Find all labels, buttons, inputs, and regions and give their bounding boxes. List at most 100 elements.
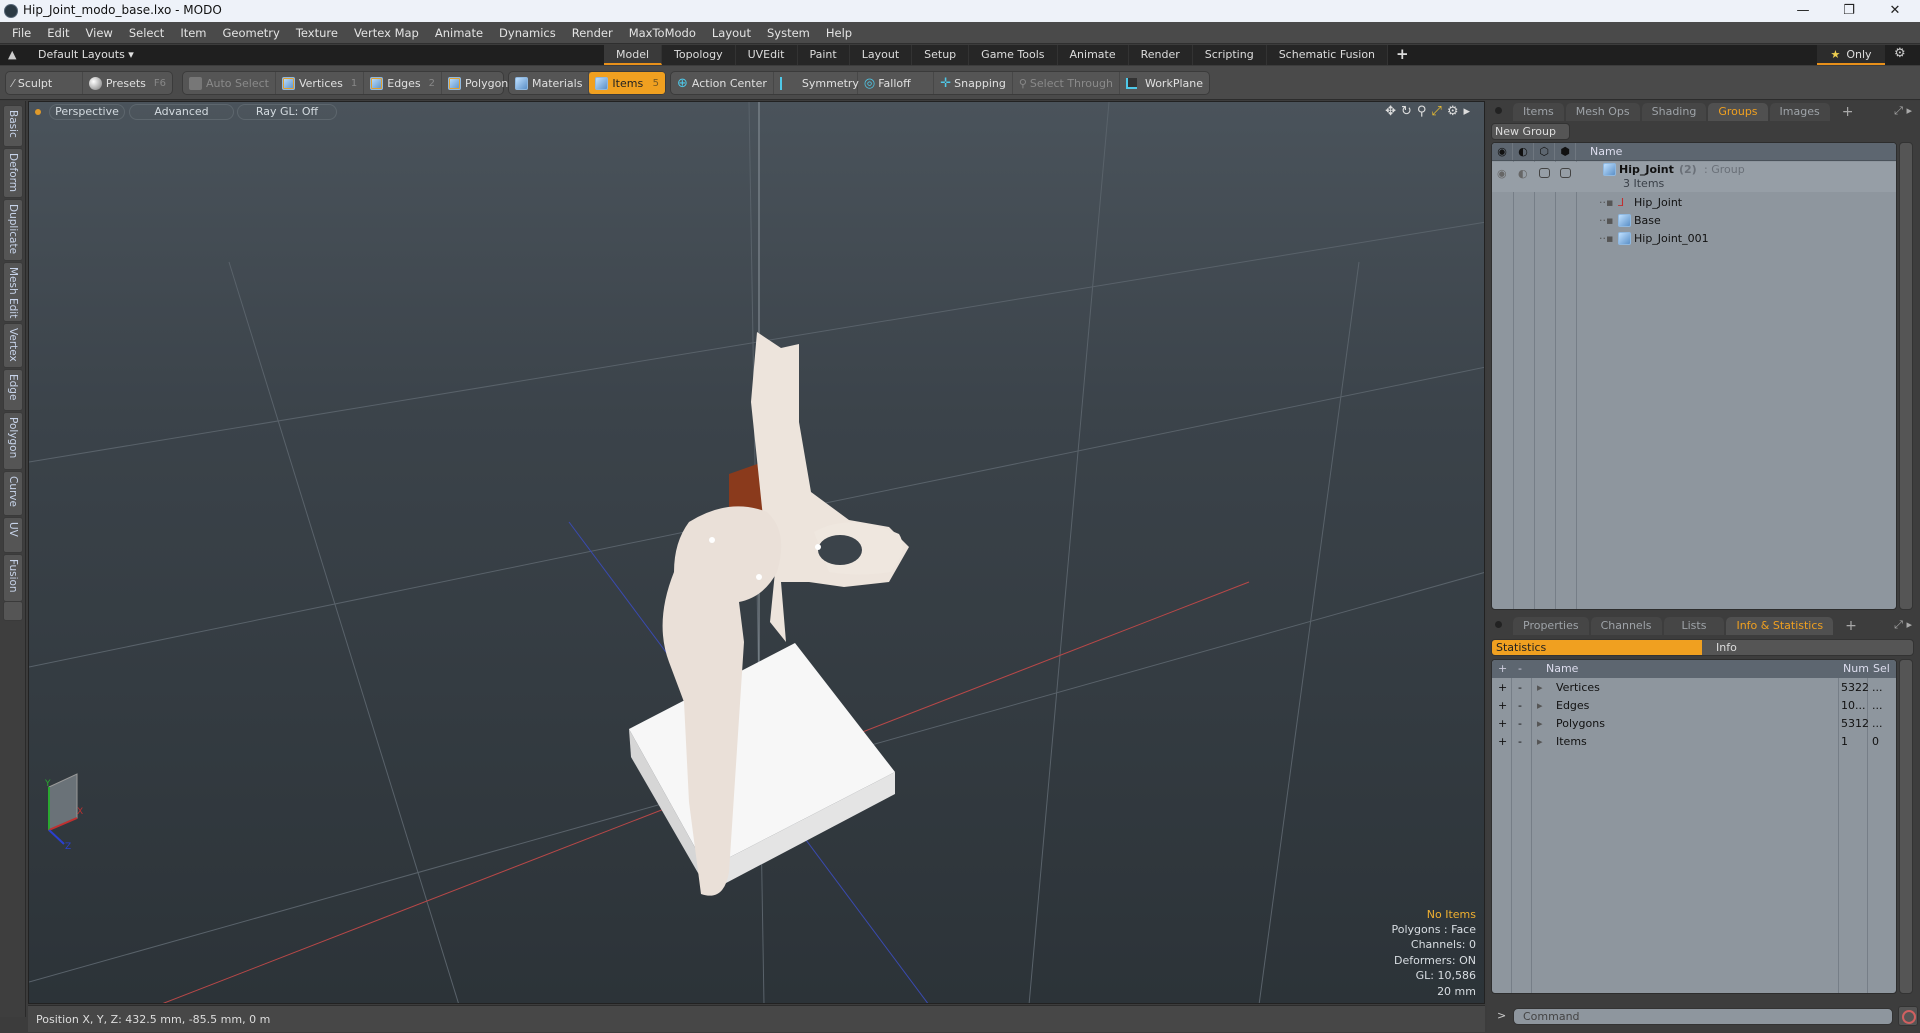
tab-properties[interactable]: Properties	[1513, 617, 1589, 635]
tab-channels[interactable]: Channels	[1590, 617, 1662, 635]
menu-item[interactable]: Item	[172, 22, 214, 44]
tab-duplicate[interactable]: Duplicate	[3, 199, 23, 261]
close-button[interactable]: ✕	[1872, 0, 1918, 22]
add-selection-button[interactable]: +	[1498, 697, 1507, 715]
group-child-row[interactable]: ··▪ Base	[1492, 212, 1896, 230]
group-child-row[interactable]: ··▪ ⅃ Hip_Joint	[1492, 194, 1896, 212]
menu-select[interactable]: Select	[121, 22, 172, 44]
gear-icon[interactable]: ⚙	[1894, 46, 1906, 61]
stats-row-items[interactable]: + - ▸ Items 1 0	[1492, 733, 1896, 751]
workplane-button[interactable]: WorkPlane	[1120, 72, 1209, 94]
viewport-settings-icon[interactable]: ⚙	[1447, 104, 1459, 119]
presets-button[interactable]: Presets F6	[83, 72, 172, 94]
auto-select-button[interactable]: Auto Select	[183, 72, 276, 94]
expand-panel-icon[interactable]: ⤢ ▸	[1894, 618, 1912, 632]
tab-edge[interactable]: Edge	[3, 369, 23, 411]
3d-viewport[interactable]: Y X Z Perspective Advanced Ray GL: Off ✥…	[28, 101, 1485, 1004]
tab-items[interactable]: Items	[1513, 103, 1564, 121]
menu-layout[interactable]: Layout	[704, 22, 759, 44]
tab-mesh-ops[interactable]: Mesh Ops	[1565, 103, 1640, 121]
tab-fusion[interactable]: Fusion	[3, 554, 23, 602]
tab-schematic-fusion[interactable]: Schematic Fusion	[1266, 45, 1389, 65]
panel-menu-dot[interactable]	[1495, 621, 1502, 628]
tab-deform[interactable]: Deform	[3, 148, 23, 198]
edges-button[interactable]: Edges 2	[364, 72, 443, 94]
tab-model[interactable]: Model	[604, 45, 663, 65]
remove-selection-button[interactable]: -	[1518, 679, 1522, 697]
tab-game-tools[interactable]: Game Tools	[969, 45, 1058, 65]
lock-icon[interactable]: ⬡	[1534, 143, 1555, 160]
tab-curve[interactable]: Curve	[3, 471, 23, 516]
tab-polygon[interactable]: Polygon	[3, 412, 23, 470]
row-select-toggle[interactable]	[1560, 168, 1571, 178]
viewport-more-icon[interactable]: ▸	[1463, 104, 1470, 119]
symmetry-button[interactable]: Symmetry	[774, 72, 859, 94]
menu-system[interactable]: System	[759, 22, 818, 44]
row-render-icon[interactable]: ◐	[1518, 167, 1528, 180]
add-panel-tab-button[interactable]: +	[1835, 617, 1867, 635]
tab-setup[interactable]: Setup	[912, 45, 970, 65]
add-panel-tab-button[interactable]: +	[1832, 103, 1864, 121]
maximize-button[interactable]: ❐	[1826, 0, 1872, 22]
items-button[interactable]: Items 5	[589, 72, 665, 94]
stats-row-edges[interactable]: + - ▸ Edges 10... ...	[1492, 697, 1896, 715]
command-input[interactable]: Command	[1513, 1008, 1893, 1025]
menu-geometry[interactable]: Geometry	[215, 22, 288, 44]
tab-paint[interactable]: Paint	[797, 45, 850, 65]
new-group-button[interactable]: New Group	[1491, 123, 1570, 140]
shading-advanced-button[interactable]: Advanced	[129, 104, 234, 120]
record-macro-icon[interactable]	[1898, 1006, 1918, 1026]
minimize-button[interactable]: —	[1780, 0, 1826, 22]
default-layouts-dropdown[interactable]: Default Layouts ▾	[38, 48, 134, 61]
tab-render[interactable]: Render	[1128, 45, 1193, 65]
menu-edit[interactable]: Edit	[39, 22, 77, 44]
add-all-header[interactable]: +	[1498, 660, 1507, 678]
menu-file[interactable]: File	[0, 22, 39, 44]
tab-mesh-edit[interactable]: Mesh Edit	[3, 262, 23, 322]
expand-arrow-icon[interactable]: ▸	[1537, 715, 1543, 733]
materials-button[interactable]: Materials	[509, 72, 590, 94]
group-child-row[interactable]: ··▪ Hip_Joint_001	[1492, 230, 1896, 248]
expand-panel-icon[interactable]: ⤢ ▸	[1894, 104, 1912, 118]
remove-all-header[interactable]: -	[1518, 660, 1522, 678]
tab-topology[interactable]: Topology	[662, 45, 736, 65]
tab-scripting[interactable]: Scripting	[1192, 45, 1267, 65]
perspective-button[interactable]: Perspective	[49, 104, 125, 120]
expand-arrow-icon[interactable]: ▸	[1537, 679, 1543, 697]
tab-layout[interactable]: Layout	[849, 45, 913, 65]
menu-animate[interactable]: Animate	[427, 22, 491, 44]
menu-help[interactable]: Help	[818, 22, 860, 44]
select-through-button[interactable]: ⚲ Select Through	[1013, 72, 1120, 94]
groups-scrollbar[interactable]	[1899, 142, 1913, 610]
tab-groups[interactable]: Groups	[1708, 103, 1768, 121]
stats-row-vertices[interactable]: + - ▸ Vertices 5322 ...	[1492, 679, 1896, 697]
menu-view[interactable]: View	[78, 22, 121, 44]
remove-selection-button[interactable]: -	[1518, 697, 1522, 715]
menu-maxtomodo[interactable]: MaxToModo	[621, 22, 704, 44]
viewport-menu-dot[interactable]	[35, 109, 41, 115]
remove-selection-button[interactable]: -	[1518, 715, 1522, 733]
tab-info-statistics[interactable]: Info & Statistics	[1726, 617, 1834, 635]
falloff-button[interactable]: ◎ Falloff	[858, 72, 935, 94]
panel-menu-dot[interactable]	[1495, 107, 1502, 114]
add-selection-button[interactable]: +	[1498, 733, 1507, 751]
add-layout-tab-button[interactable]: +	[1388, 45, 1417, 65]
remove-selection-button[interactable]: -	[1518, 733, 1522, 751]
add-selection-button[interactable]: +	[1498, 679, 1507, 697]
sculpt-button[interactable]: ⁄ Sculpt	[6, 72, 83, 94]
move-view-icon[interactable]: ✥	[1385, 104, 1396, 119]
zoom-view-icon[interactable]: ⚲	[1417, 104, 1427, 119]
group-row[interactable]: ◉ ◐ Hip_Joint (2) : Group 3 Items	[1492, 162, 1896, 192]
snapping-button[interactable]: ✛ Snapping	[934, 72, 1013, 94]
expand-arrow-icon[interactable]: ▸	[1537, 733, 1543, 751]
base-model[interactable]	[629, 643, 895, 892]
statistics-subtab[interactable]: Statistics	[1492, 640, 1702, 655]
menu-render[interactable]: Render	[564, 22, 621, 44]
stats-row-polygons[interactable]: + - ▸ Polygons 5312 ...	[1492, 715, 1896, 733]
tab-images[interactable]: Images	[1769, 103, 1830, 121]
menu-texture[interactable]: Texture	[288, 22, 346, 44]
expand-arrow-icon[interactable]: ▸	[1537, 697, 1543, 715]
tab-basic[interactable]: Basic	[3, 105, 23, 147]
tab-lists[interactable]: Lists	[1663, 617, 1725, 635]
raygl-button[interactable]: Ray GL: Off	[237, 104, 337, 120]
